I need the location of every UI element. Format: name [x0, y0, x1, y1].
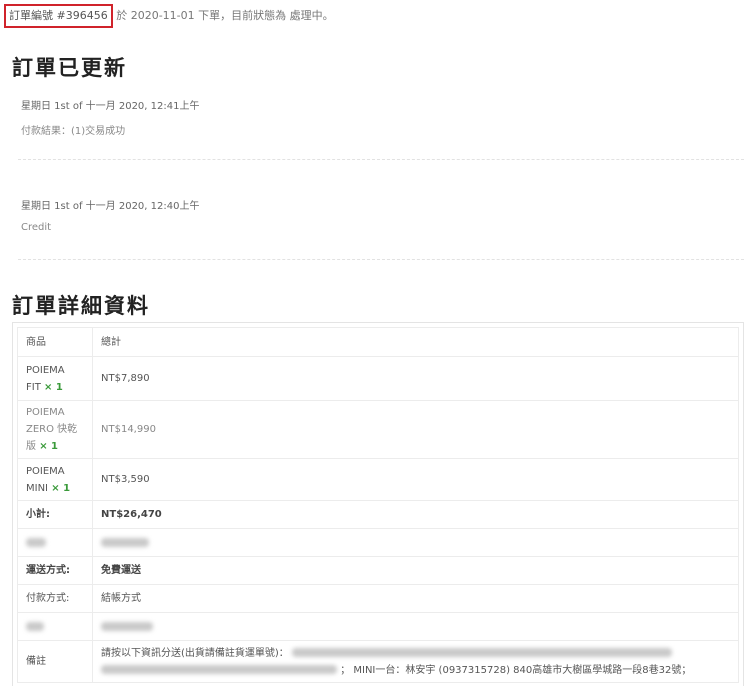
product-total: NT$7,890: [92, 356, 739, 401]
col-total-header: 總計: [92, 327, 739, 357]
note-text-2: Credit: [21, 222, 52, 233]
subtotal-row: 小計: NT$26,470: [17, 500, 739, 529]
payment-row: 付款方式: 結帳方式: [17, 584, 739, 613]
table-row: POIEMA ZERO 快乾 版 × 1 NT$14,990: [17, 400, 739, 459]
shipping-value: 免費運送: [92, 556, 739, 585]
product-name: POIEMA MINI × 1: [17, 458, 93, 501]
note-date-2: 星期日 1st of 十一月 2020, 12:40上午: [21, 201, 200, 212]
subtotal-label: 小計:: [17, 500, 93, 529]
redacted-row: [17, 612, 739, 641]
shipping-label: 運送方式:: [17, 556, 93, 585]
redacted-label: [26, 621, 44, 631]
remark-label: 備註: [17, 640, 93, 683]
order-summary-line: 訂單編號 #396456 於 2020-11-01 下單，目前狀態為 處理中。: [4, 4, 334, 28]
order-details-table: 商品 總計 POIEMA FIT × 1 NT$7,890 POIEMA ZER…: [12, 322, 744, 686]
note-date-1: 星期日 1st of 十一月 2020, 12:41上午: [21, 101, 200, 112]
redacted-value: [101, 621, 153, 631]
redacted-value: [101, 537, 149, 547]
product-qty: × 1: [51, 482, 71, 494]
redacted-row: [17, 528, 739, 557]
table-row: POIEMA FIT × 1 NT$7,890: [17, 356, 739, 401]
table-header-row: 商品 總計: [17, 327, 739, 357]
redacted-text: [292, 648, 672, 657]
redacted-label: [26, 537, 46, 547]
note-divider: [18, 159, 744, 160]
details-title: 訂單詳細資料: [12, 294, 150, 318]
table-row: POIEMA MINI × 1 NT$3,590: [17, 458, 739, 501]
shipping-row: 運送方式: 免費運送: [17, 556, 739, 585]
order-meta: 於 2020-11-01 下單，目前狀態為 處理中。: [116, 9, 334, 22]
product-name: POIEMA ZERO 快乾 版 × 1: [17, 400, 93, 459]
product-qty: × 1: [39, 441, 59, 452]
remark-row: 備註 請按以下資訊分送(出貨請備註貨運單號)： ； MINI一台：林安宇 (09…: [17, 640, 739, 683]
payment-value: 結帳方式: [92, 584, 739, 613]
product-name: POIEMA FIT × 1: [17, 356, 93, 401]
redacted-text: [101, 665, 337, 674]
note-divider: [18, 259, 744, 260]
product-qty: × 1: [44, 381, 63, 393]
remark-value: 請按以下資訊分送(出貨請備註貨運單號)： ； MINI一台：林安宇 (09373…: [92, 640, 739, 683]
product-total: NT$14,990: [92, 400, 739, 459]
subtotal-value: NT$26,470: [92, 500, 739, 529]
note-text-1: 付款結果：(1)交易成功: [21, 126, 126, 137]
col-product-header: 商品: [17, 327, 93, 357]
updates-title: 訂單已更新: [12, 56, 127, 80]
product-total: NT$3,590: [92, 458, 739, 501]
order-number-highlight: 訂單編號 #396456: [4, 4, 113, 28]
payment-label: 付款方式:: [17, 584, 93, 613]
